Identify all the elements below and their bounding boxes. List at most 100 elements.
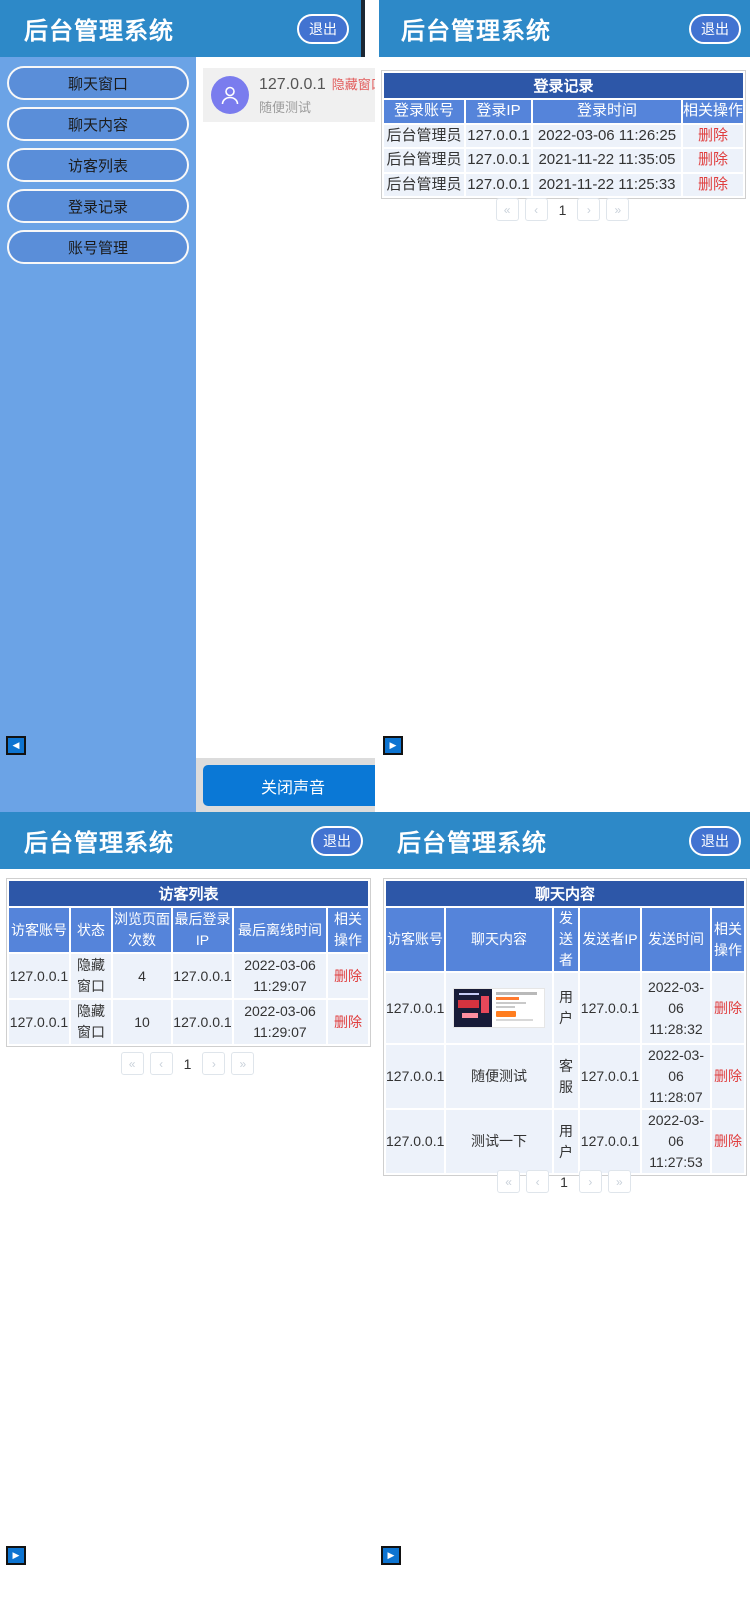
page-last-button[interactable]: » (606, 198, 629, 221)
page-prev-button[interactable]: ‹ (150, 1052, 173, 1075)
page-first-button[interactable]: « (497, 1170, 520, 1193)
app-title: 后台管理系统 (24, 11, 174, 46)
col-send-time: 发送时间 (642, 908, 710, 971)
chat-image-thumbnail[interactable] (453, 988, 545, 1028)
page-next-button[interactable]: › (202, 1052, 225, 1075)
collapse-arrow-icon[interactable]: ◀ (6, 736, 26, 755)
cell-status: 隐藏窗口 (71, 1000, 111, 1044)
expand-arrow-icon[interactable]: ▶ (383, 736, 403, 755)
table-title: 登录记录 (384, 73, 743, 98)
page-first-button[interactable]: « (496, 198, 519, 221)
logout-button[interactable]: 退出 (297, 14, 349, 44)
page-last-button[interactable]: » (231, 1052, 254, 1075)
cell-send-time: 2022-03-06 11:27:53 (642, 1110, 710, 1173)
sidebar-item-account-management[interactable]: 账号管理 (7, 230, 189, 264)
expand-arrow-icon[interactable]: ▶ (381, 1546, 401, 1565)
delete-link[interactable]: 删除 (712, 1110, 744, 1173)
logout-button[interactable]: 退出 (311, 826, 363, 856)
cell-account: 后台管理员 (384, 125, 464, 148)
col-visitor-account: 访客账号 (9, 908, 69, 952)
panel-login-records: 后台管理系统 退出 登录记录 登录账号 登录IP 登录时间 相关操作 后台管理员… (375, 0, 750, 812)
login-records-table: 登录记录 登录账号 登录IP 登录时间 相关操作 后台管理员 127.0.0.1… (381, 70, 746, 199)
sidebar: 聊天窗口 聊天内容 访客列表 登录记录 账号管理 (0, 57, 196, 812)
cell-sender-ip: 127.0.0.1 (580, 1045, 640, 1108)
cell-sender-ip: 127.0.0.1 (580, 973, 640, 1043)
delete-link[interactable]: 删除 (328, 954, 368, 998)
thumbnail-text-lines (492, 989, 544, 1027)
screen: 后台管理系统 退出 聊天窗口 聊天内容 访客列表 登录记录 账号管理 127.0… (0, 0, 750, 1624)
delete-link[interactable]: 删除 (328, 1000, 368, 1044)
page-first-button[interactable]: « (121, 1052, 144, 1075)
table-row: 127.0.0.1 隐藏窗口 4 127.0.0.1 2022-03-06 11… (9, 954, 368, 998)
app-header: 后台管理系统 退出 (379, 0, 750, 57)
cell-sender: 用户 (554, 973, 578, 1043)
sidebar-item-login-records[interactable]: 登录记录 (7, 189, 189, 223)
cell-ip: 127.0.0.1 (466, 149, 531, 172)
visitor-status-badge: 隐藏窗口 (332, 74, 375, 93)
page-next-button[interactable]: › (579, 1170, 602, 1193)
sidebar-item-chat-window[interactable]: 聊天窗口 (7, 66, 189, 100)
table-title: 聊天内容 (386, 881, 744, 906)
cell-status: 隐藏窗口 (71, 954, 111, 998)
chat-list-item[interactable]: 127.0.0.1 隐藏窗口 随便测试 (203, 68, 375, 122)
col-actions: 相关操作 (328, 908, 368, 952)
app-title: 后台管理系统 (401, 11, 551, 46)
delete-link[interactable]: 删除 (683, 149, 743, 172)
col-chat-content: 聊天内容 (446, 908, 552, 971)
table-row: 127.0.0.1 随便测试 客服 127.0.0.1 2022-03-06 1… (386, 1045, 744, 1108)
mute-sound-button[interactable]: 关闭声音 (203, 765, 375, 806)
page-next-button[interactable]: › (577, 198, 600, 221)
col-login-ip: 登录IP (466, 100, 531, 123)
delete-link[interactable]: 删除 (712, 973, 744, 1043)
delete-link[interactable]: 删除 (712, 1045, 744, 1108)
cell-account: 127.0.0.1 (9, 1000, 69, 1044)
cell-last-ip: 127.0.0.1 (173, 954, 232, 998)
cell-sender: 客服 (554, 1045, 578, 1108)
expand-arrow-icon[interactable]: ▶ (6, 1546, 26, 1565)
page-current: 1 (560, 1174, 568, 1190)
cell-last-ip: 127.0.0.1 (173, 1000, 232, 1044)
thumbnail-art (454, 989, 492, 1027)
col-actions: 相关操作 (712, 908, 744, 971)
page-last-button[interactable]: » (608, 1170, 631, 1193)
table-row: 127.0.0.1 用户 127.0.0. (386, 973, 744, 1043)
panel-admin-home: 后台管理系统 退出 聊天窗口 聊天内容 访客列表 登录记录 账号管理 127.0… (0, 0, 375, 812)
cell-views: 4 (113, 954, 171, 998)
chat-item-text: 127.0.0.1 隐藏窗口 随便测试 (259, 74, 375, 116)
logout-button[interactable]: 退出 (689, 14, 741, 44)
col-page-views: 浏览页面次数 (113, 908, 171, 952)
pagination: « ‹ 1 › » (381, 198, 744, 221)
page-current: 1 (559, 202, 567, 218)
cell-send-time: 2022-03-06 11:28:32 (642, 973, 710, 1043)
table-title: 访客列表 (9, 881, 368, 906)
table-row: 127.0.0.1 隐藏窗口 10 127.0.0.1 2022-03-06 1… (9, 1000, 368, 1044)
cell-content: 随便测试 (446, 1045, 552, 1108)
cell-content: 测试一下 (446, 1110, 552, 1173)
cell-account: 后台管理员 (384, 149, 464, 172)
delete-link[interactable]: 删除 (683, 125, 743, 148)
col-last-login-ip: 最后登录IP (173, 908, 232, 952)
visitor-ip: 127.0.0.1 (259, 76, 326, 94)
col-login-time: 登录时间 (533, 100, 681, 123)
table-row: 127.0.0.1 测试一下 用户 127.0.0.1 2022-03-06 1… (386, 1110, 744, 1173)
page-prev-button[interactable]: ‹ (525, 198, 548, 221)
cell-account: 127.0.0.1 (386, 1045, 444, 1108)
sidebar-item-visitor-list[interactable]: 访客列表 (7, 148, 189, 182)
delete-link[interactable]: 删除 (683, 174, 743, 197)
cell-send-time: 2022-03-06 11:28:07 (642, 1045, 710, 1108)
cell-content (446, 973, 552, 1043)
cell-ip: 127.0.0.1 (466, 174, 531, 197)
logout-button[interactable]: 退出 (689, 826, 741, 856)
col-status: 状态 (71, 908, 111, 952)
cell-sender-ip: 127.0.0.1 (580, 1110, 640, 1173)
sidebar-item-chat-content[interactable]: 聊天内容 (7, 107, 189, 141)
panel-chat-content: 后台管理系统 退出 聊天内容 访客账号 聊天内容 发送者 发送者IP 发送时间 … (375, 812, 750, 1624)
cell-account: 127.0.0.1 (9, 954, 69, 998)
visitor-list-table: 访客列表 访客账号 状态 浏览页面次数 最后登录IP 最后离线时间 相关操作 1… (6, 878, 371, 1047)
page-prev-button[interactable]: ‹ (526, 1170, 549, 1193)
chat-preview: 随便测试 (259, 97, 375, 116)
table-row: 后台管理员 127.0.0.1 2021-11-22 11:35:05 删除 (384, 149, 743, 172)
cell-time: 2021-11-22 11:35:05 (533, 149, 681, 172)
col-sender-ip: 发送者IP (580, 908, 640, 971)
app-title: 后台管理系统 (397, 823, 547, 858)
